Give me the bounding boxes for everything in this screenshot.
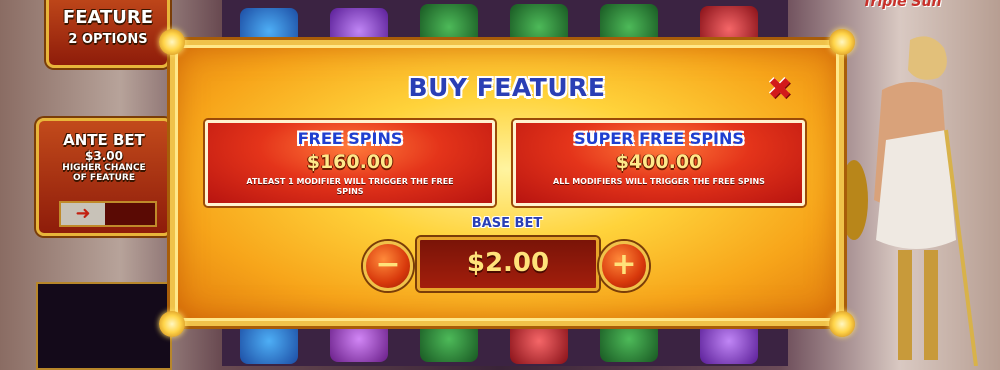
feature-side-title: FEATURE [62, 7, 154, 28]
sun-corner-icon [829, 29, 855, 55]
ante-bet-panel: ANTE BET $3.00 HIGHER CHANCE OF FEATURE … [36, 118, 172, 236]
sun-corner-icon [159, 311, 185, 337]
free-spins-option[interactable]: FREE SPINS $160.00 ATLEAST 1 MODIFIER WI… [205, 120, 495, 206]
sun-god-character [842, 36, 978, 366]
buy-feature-dialog: BUY FEATURE ✖ FREE SPINS $160.00 ATLEAST… [159, 29, 855, 337]
ante-bet-desc-line1: HIGHER CHANCE [62, 163, 146, 173]
close-icon[interactable]: ✖ [765, 75, 795, 105]
minus-icon[interactable]: − [363, 241, 413, 291]
left-empty-panel [36, 282, 172, 370]
ante-bet-desc-line2: OF FEATURE [72, 173, 136, 183]
plus-icon[interactable]: + [599, 241, 649, 291]
sun-corner-icon [829, 311, 855, 337]
option-price: $400.00 [615, 151, 703, 173]
arrow-right-icon: ➜ [61, 203, 105, 225]
buy-feature-side-button[interactable]: FEATURE 2 OPTIONS [46, 0, 170, 68]
sun-corner-icon [159, 29, 185, 55]
dialog-title: BUY FEATURE [408, 73, 606, 102]
super-free-spins-option[interactable]: SUPER FREE SPINS $400.00 ALL MODIFIERS W… [513, 120, 805, 206]
option-price: $160.00 [306, 151, 394, 173]
base-bet-value: $2.00 [466, 248, 550, 278]
feature-side-subtitle: 2 OPTIONS [68, 32, 148, 47]
option-title: FREE SPINS [297, 129, 403, 148]
base-bet-display: $2.00 [417, 237, 599, 291]
option-description: ATLEAST 1 MODIFIER WILL TRIGGER THE FREE… [246, 177, 454, 196]
game-logo: Triple Sun [862, 0, 942, 10]
option-description: ALL MODIFIERS WILL TRIGGER THE FREE SPIN… [553, 177, 765, 186]
ante-bet-amount: $3.00 [85, 149, 123, 163]
base-bet-label: BASE BET [471, 216, 543, 231]
option-title: SUPER FREE SPINS [574, 129, 744, 148]
ante-bet-toggle[interactable]: ➜ [59, 201, 157, 227]
ante-bet-title: ANTE BET [63, 131, 145, 149]
